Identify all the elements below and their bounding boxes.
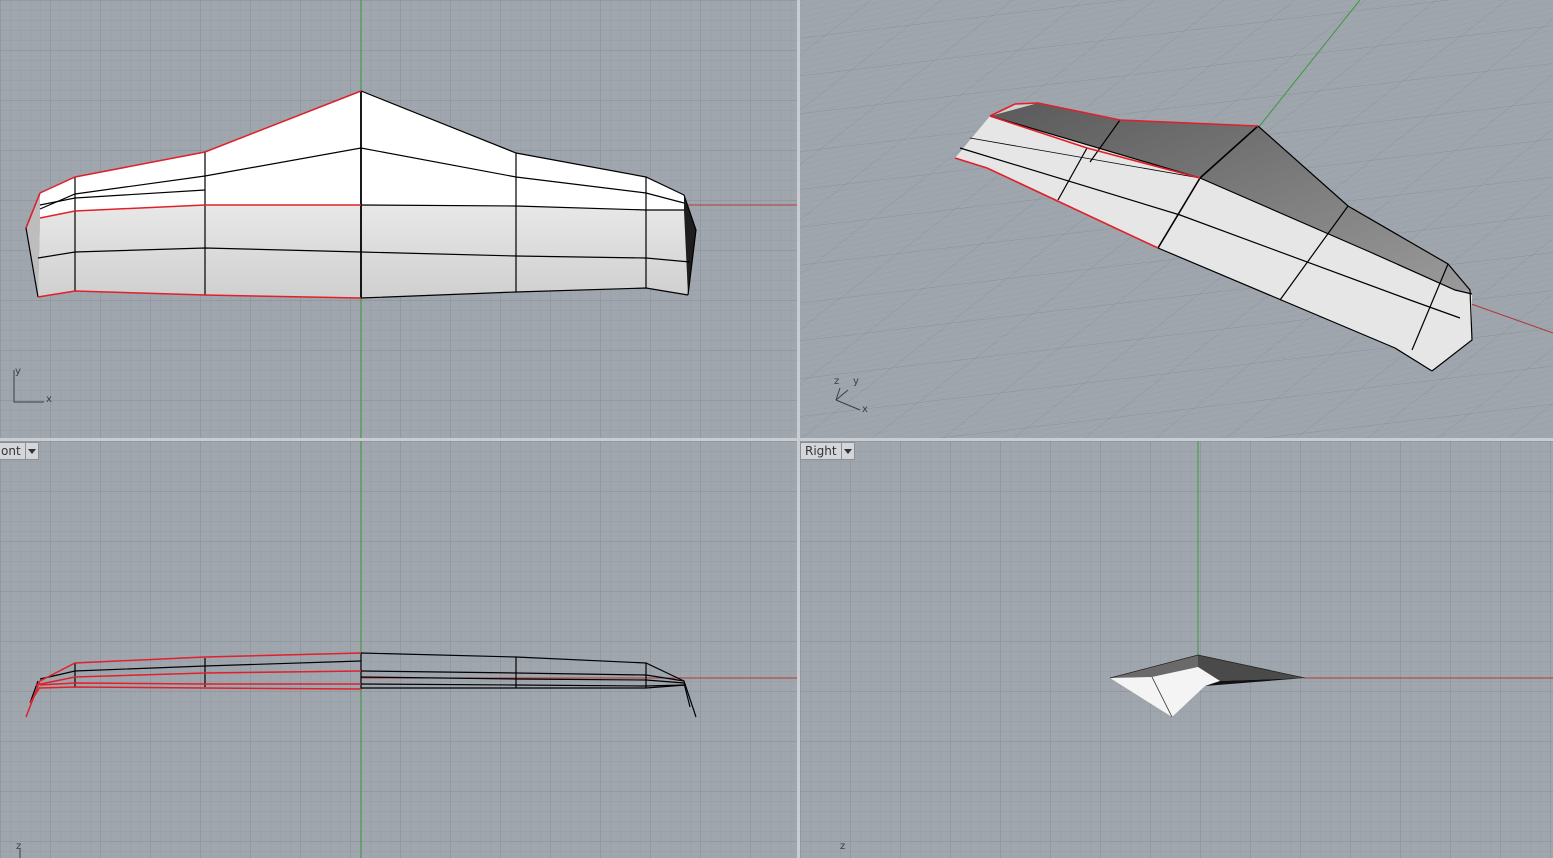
front-axis-z-label: z [16, 841, 22, 852]
viewport-right-label: Right [805, 444, 837, 458]
viewport-top[interactable]: y x [0, 0, 797, 438]
chevron-down-icon[interactable] [24, 443, 38, 459]
viewport-front-label: ont [1, 444, 21, 458]
persp-axis-x-label: x [862, 404, 868, 415]
persp-axis-z-label: z [834, 376, 840, 387]
chevron-down-icon[interactable] [840, 443, 854, 459]
viewport-perspective-scene [800, 0, 1553, 438]
top-axis-y-label: y [15, 366, 21, 377]
viewport-front[interactable]: ont z [0, 441, 797, 858]
viewport-right[interactable]: Right z [800, 441, 1553, 858]
viewport-front-scene [0, 441, 797, 858]
top-axis-x-label: x [46, 394, 52, 405]
viewport-perspective[interactable]: z y x [800, 0, 1553, 438]
viewport-right-label-button[interactable]: Right [800, 442, 855, 460]
persp-axis-y-label: y [853, 376, 859, 387]
viewport-top-scene [0, 0, 797, 438]
viewport-front-label-button[interactable]: ont [0, 442, 39, 460]
viewport-right-scene [800, 441, 1553, 858]
right-axis-z-label: z [840, 841, 846, 852]
